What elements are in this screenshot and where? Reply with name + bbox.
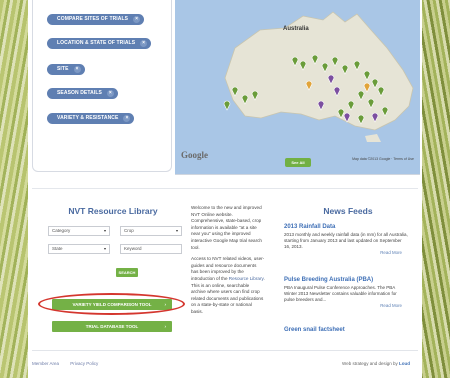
read-more-link[interactable]: Read More (284, 250, 408, 255)
filter-compare-sites[interactable]: COMPARE SITES OF TRIALS × (47, 14, 145, 25)
state-select-value: State (52, 246, 63, 251)
category-select-value: Category (52, 228, 71, 233)
member-area-link[interactable]: Member Area (32, 361, 59, 366)
state-select[interactable]: State ▾ (48, 244, 110, 254)
footer-divider (32, 350, 418, 351)
news-text: PBA Inaugural Pulse Conference Approache… (284, 285, 397, 302)
news-item: Green snail factsheet (284, 327, 408, 335)
footer-links: Member Area Privacy Policy (32, 361, 108, 366)
credit-text: Web strategy and design by (342, 361, 398, 366)
filter-label: SITE (57, 66, 69, 72)
news-text: 2013 monthly and weekly rainfall data (i… (284, 232, 408, 249)
news-item: Pulse Breeding Australia (PBA) PBA Inaug… (284, 277, 408, 308)
trial-map[interactable]: Australia Google See All Map data ©2013 … (175, 0, 420, 175)
chevron-down-icon: ▾ (103, 228, 106, 233)
background-grass-right (420, 0, 450, 378)
welcome-paragraph-1: Welcome to the new and improved NVT Onli… (191, 205, 262, 250)
crop-select-value: Crop (124, 228, 134, 233)
news-item: 2013 Rainfall Data 2013 monthly and week… (284, 224, 408, 255)
keyword-placeholder: Keyword (124, 246, 142, 251)
filter-label: COMPARE SITES OF TRIALS (57, 16, 129, 22)
see-all-button[interactable]: See All (285, 158, 311, 167)
chevron-down-icon: ▾ (103, 246, 106, 251)
search-button[interactable]: SEARCH (116, 268, 138, 277)
filter-site[interactable]: SITE × (47, 64, 85, 75)
map-data-attribution[interactable]: Map data ©2013 Google · Terms of Use (352, 157, 414, 161)
filter-season-details[interactable]: SEASON DETAILS × (47, 88, 118, 99)
crop-select[interactable]: Crop ▾ (120, 226, 182, 236)
resource-library-link[interactable]: Resource Library (229, 276, 264, 281)
resource-library-title: NVT Resource Library (68, 206, 158, 216)
filter-label: VARIETY & RESISTANCE (57, 115, 119, 121)
filter-location-state[interactable]: LOCATION & STATE OF TRIALS × (47, 38, 152, 49)
welcome-text-b: . This is an online, searchable archive … (191, 275, 265, 314)
news-heading-link[interactable]: Green snail factsheet (284, 327, 408, 333)
category-select[interactable]: Category ▾ (48, 226, 110, 236)
keyword-input[interactable]: Keyword (120, 244, 182, 254)
close-icon[interactable]: × (73, 66, 81, 73)
close-icon[interactable]: × (133, 16, 141, 23)
trial-database-label: TRIAL DATABASE TOOL (85, 324, 139, 329)
filter-panel: COMPARE SITES OF TRIALS × LOCATION & STA… (32, 0, 172, 172)
highlight-circle (38, 293, 185, 315)
close-icon[interactable]: × (140, 40, 148, 47)
chevron-down-icon: ▾ (175, 228, 178, 233)
news-feeds-title: News Feeds (323, 206, 373, 216)
google-logo: Google (181, 150, 208, 160)
news-heading-link[interactable]: 2013 Rainfall Data (284, 224, 408, 230)
footer-credit: Web strategy and design by Loud (342, 361, 410, 366)
page-container: COMPARE SITES OF TRIALS × LOCATION & STA… (28, 0, 422, 378)
filter-label: LOCATION & STATE OF TRIALS (57, 40, 136, 46)
privacy-policy-link[interactable]: Privacy Policy (70, 361, 98, 366)
map-country-label: Australia (283, 26, 309, 32)
trial-database-button[interactable]: TRIAL DATABASE TOOL › (52, 321, 172, 332)
news-heading-link[interactable]: Pulse Breeding Australia (PBA) (284, 277, 408, 283)
close-icon[interactable]: × (106, 90, 114, 97)
agency-logo[interactable]: Loud (399, 361, 410, 366)
close-icon[interactable]: × (123, 115, 131, 122)
welcome-text: Welcome to the new and improved NVT Onli… (191, 205, 265, 321)
welcome-paragraph-2: Access to NVT related videos, user-guide… (191, 256, 265, 315)
filter-label: SEASON DETAILS (57, 90, 102, 96)
chevron-right-icon: › (164, 324, 167, 329)
read-more-link[interactable]: Read More (284, 303, 408, 308)
filter-variety-resistance[interactable]: VARIETY & RESISTANCE × (47, 113, 135, 124)
section-divider (32, 188, 418, 189)
